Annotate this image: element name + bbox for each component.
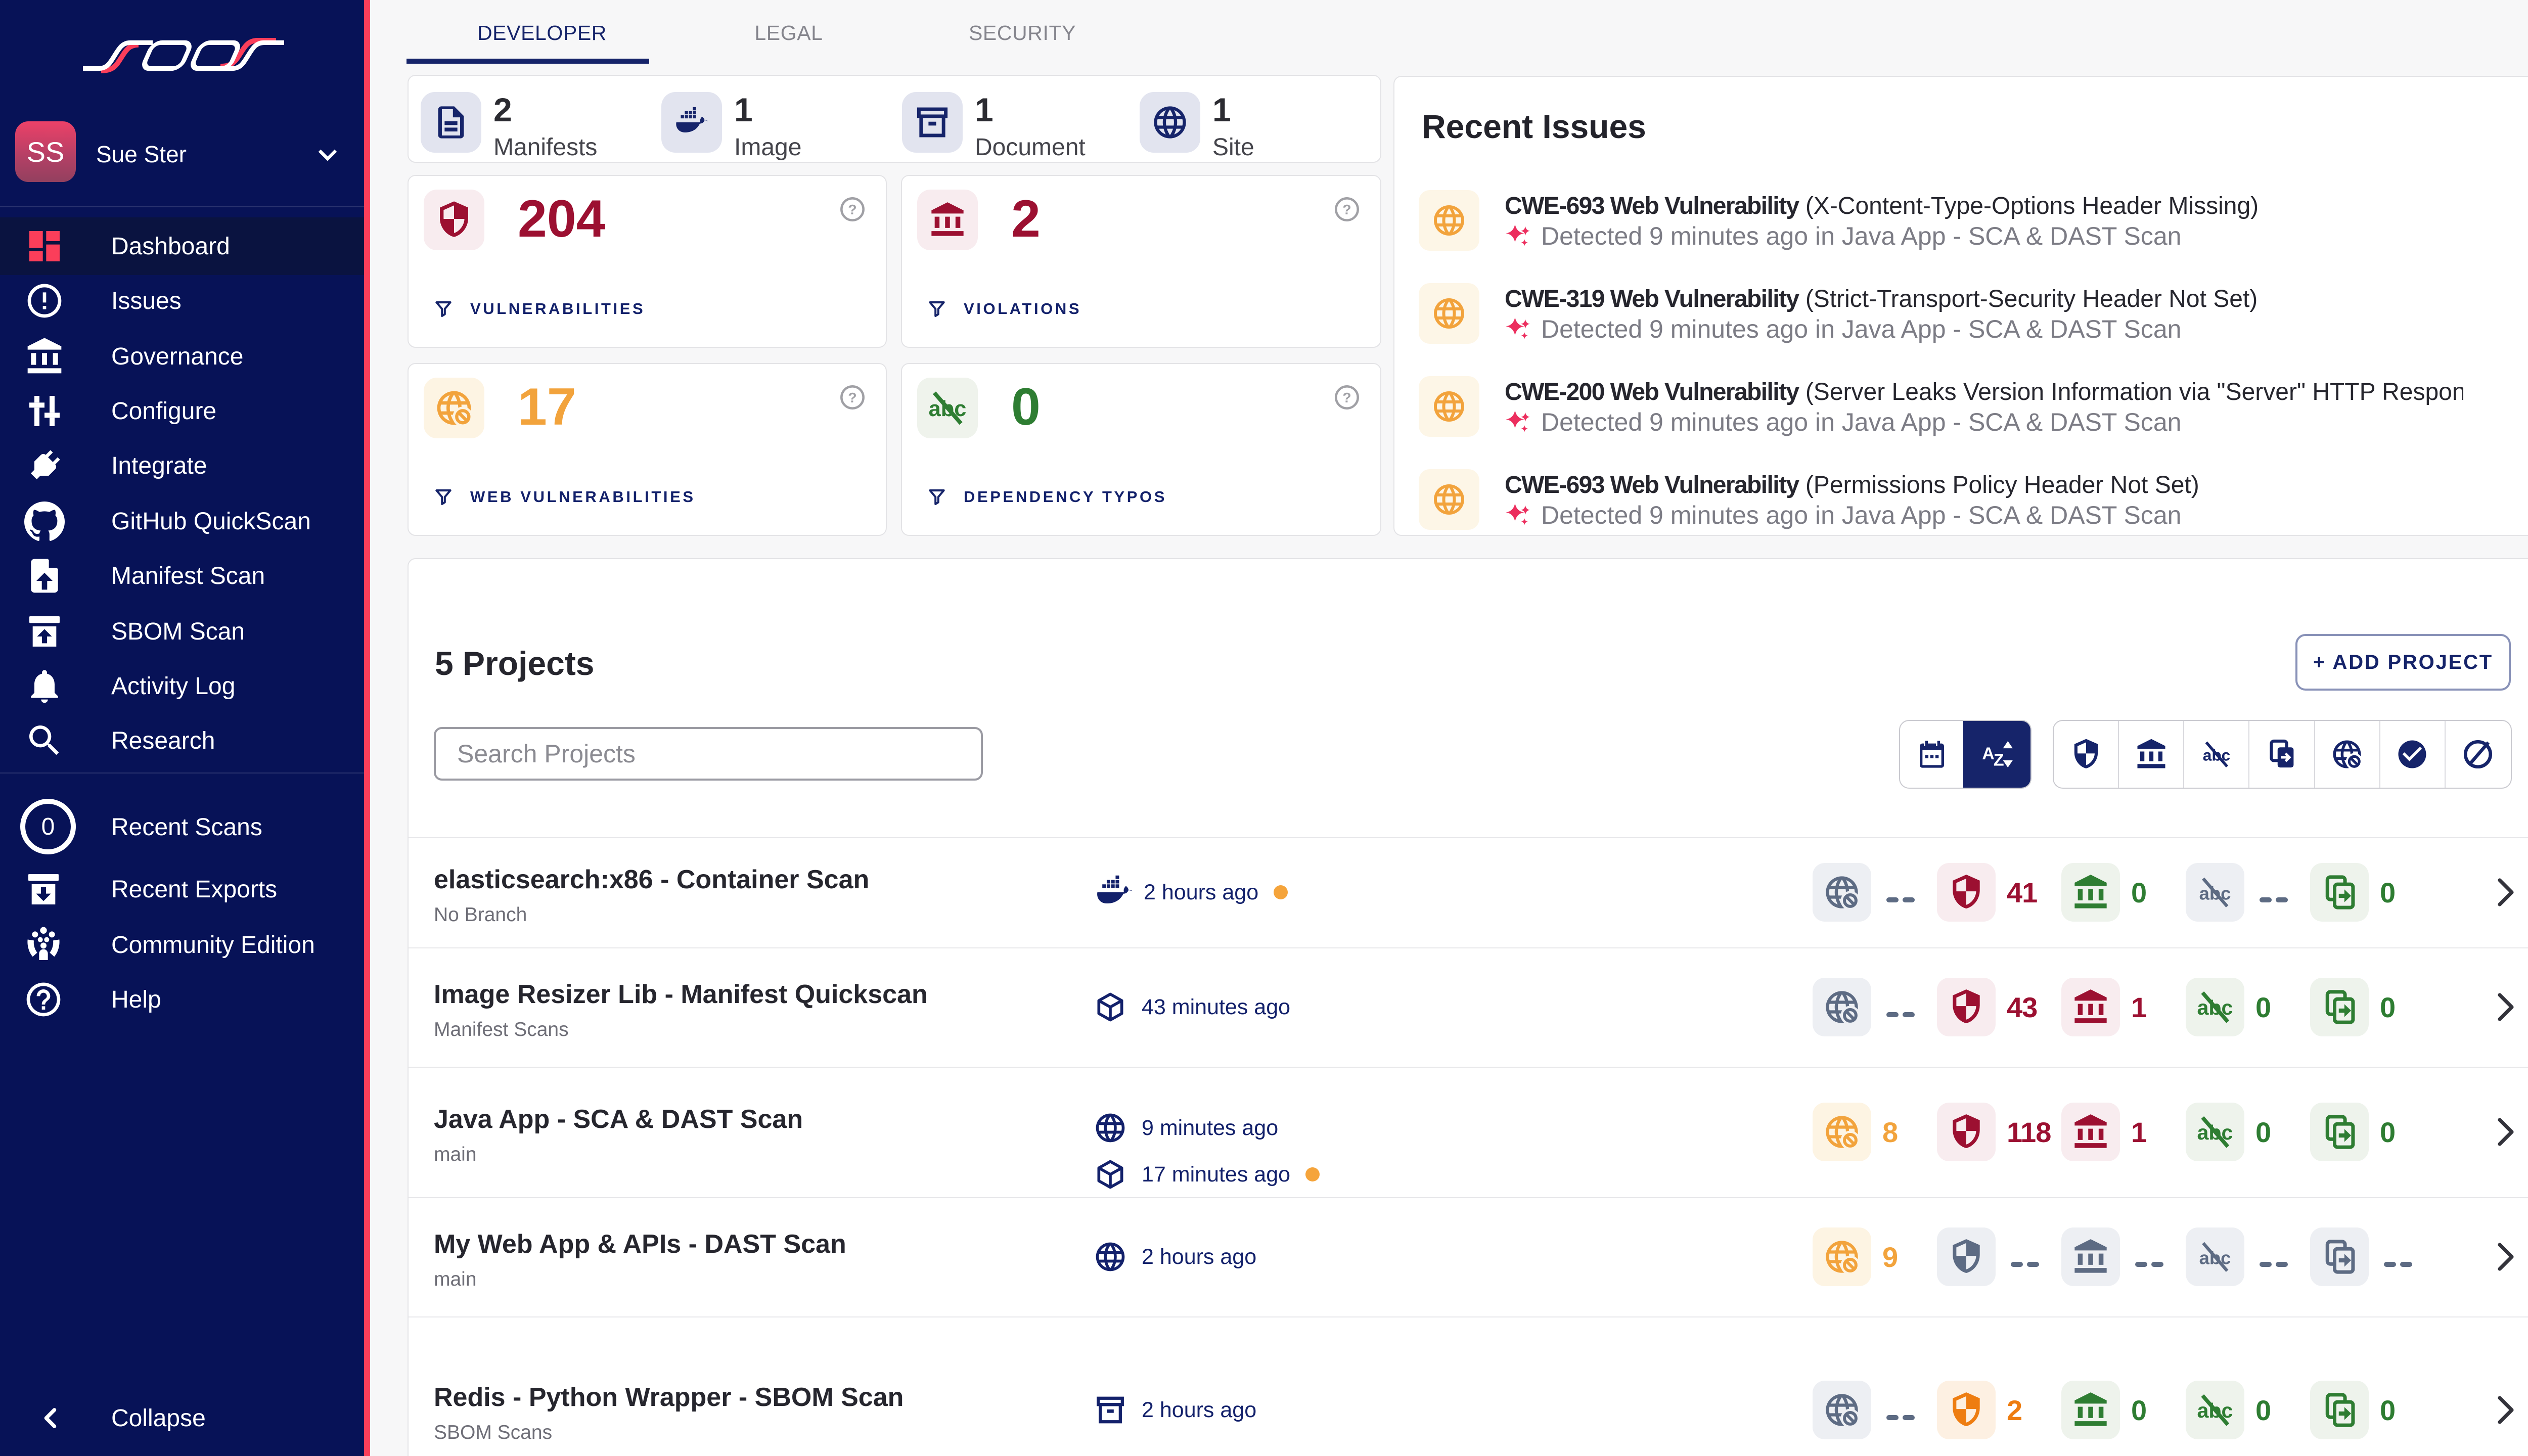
svg-text:?: ? (1342, 202, 1351, 217)
svg-text:?: ? (848, 202, 856, 217)
svg-text:?: ? (1342, 390, 1351, 405)
svg-text:A: A (1982, 744, 1995, 763)
svg-text:Z: Z (1993, 751, 2004, 770)
svg-text:?: ? (848, 390, 856, 405)
